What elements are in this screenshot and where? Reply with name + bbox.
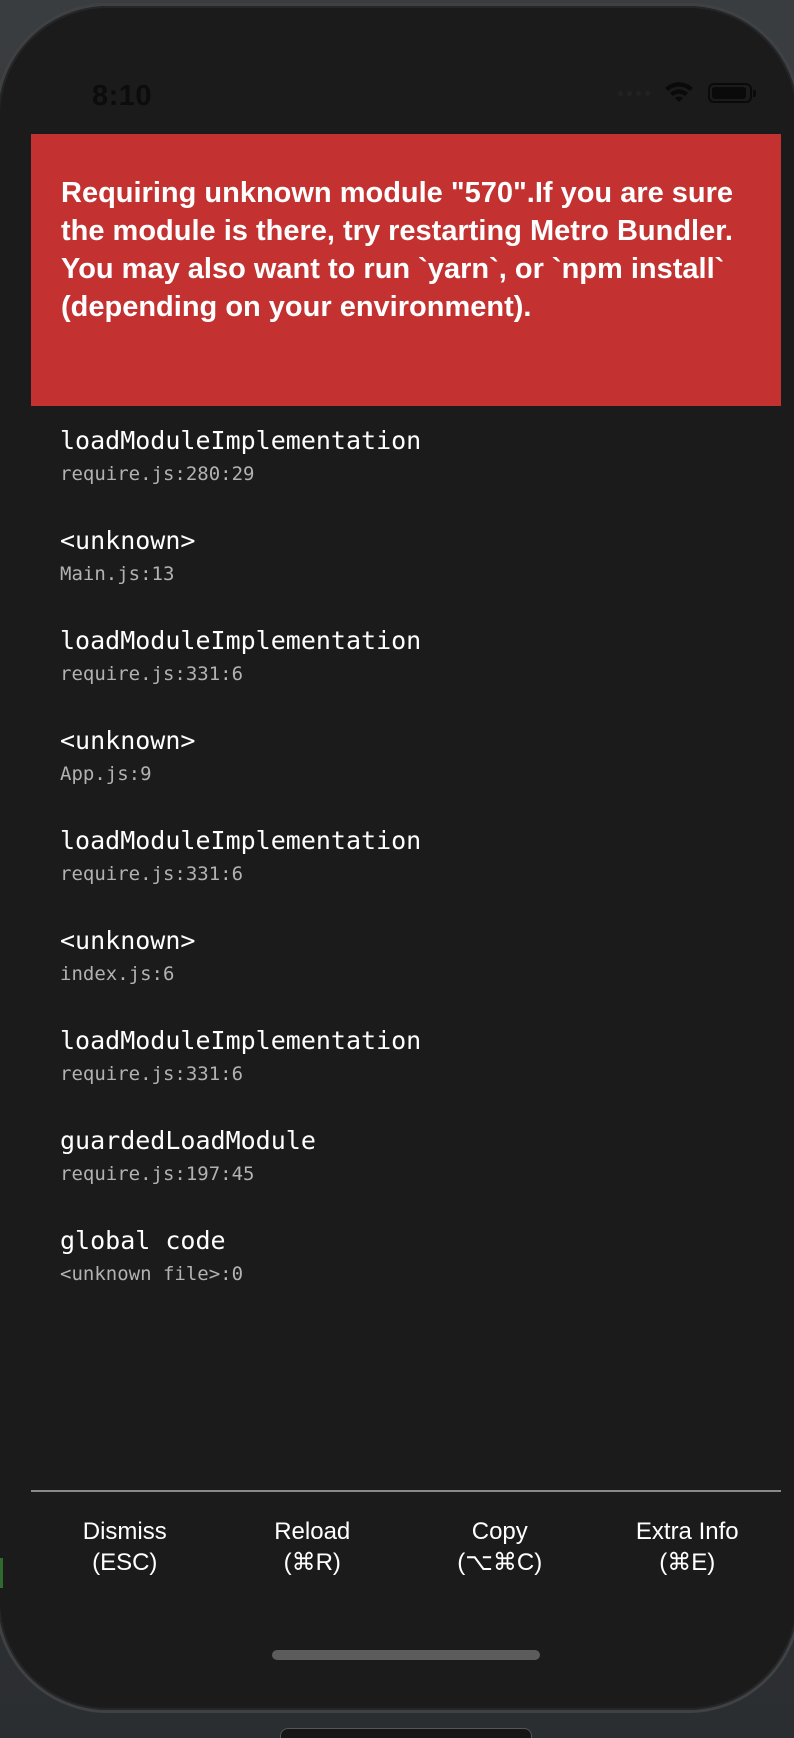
frame-method: <unknown> — [60, 526, 196, 555]
frame-file: require.js:280:29 — [60, 463, 255, 485]
dismiss-label: Dismiss — [82, 1518, 167, 1545]
error-banner: Requiring unknown module "570".If you ar… — [31, 134, 781, 406]
frame-method: global code — [60, 1226, 226, 1255]
extra-info-button[interactable]: Extra Info (⌘E) — [594, 1516, 782, 1578]
phone-screen: 8:10 Requiring unknown module "570".If y… — [0, 6, 794, 1710]
frame-file: require.js:331:6 — [60, 863, 244, 885]
extra-info-label: Extra Info — [635, 1518, 739, 1545]
reload-button[interactable]: Reload (⌘R) — [219, 1516, 407, 1578]
simulator-bottom-tab — [280, 1728, 532, 1738]
copy-button[interactable]: Copy (⌥⌘C) — [406, 1516, 594, 1578]
dismiss-button[interactable]: Dismiss (ESC) — [31, 1516, 219, 1578]
signal-dots-icon — [618, 90, 650, 96]
copy-label: Copy — [471, 1518, 528, 1545]
battery-icon — [708, 83, 756, 103]
stack-frame[interactable]: guardedLoadModule require.js:197:45 — [60, 1124, 760, 1224]
stack-frame[interactable]: <unknown> App.js:9 — [60, 724, 760, 824]
stack-frame[interactable]: <unknown> Main.js:13 — [60, 524, 760, 624]
stack-trace[interactable]: loadModuleImplementation require.js:280:… — [60, 424, 760, 1324]
reload-label: Reload — [274, 1518, 351, 1545]
frame-file: <unknown file>:0 — [60, 1263, 244, 1285]
status-time: 8:10 — [92, 80, 153, 112]
frame-file: index.js:6 — [60, 963, 175, 985]
frame-method: loadModuleImplementation — [60, 426, 422, 455]
frame-file: App.js:9 — [60, 763, 152, 785]
stack-frame[interactable]: loadModuleImplementation require.js:331:… — [60, 824, 760, 924]
home-indicator[interactable] — [272, 1650, 540, 1660]
frame-method: loadModuleImplementation — [60, 1026, 422, 1055]
stack-frame[interactable]: global code <unknown file>:0 — [60, 1224, 760, 1324]
copy-shortcut: (⌥⌘C) — [457, 1549, 543, 1576]
wifi-icon — [665, 82, 693, 102]
extra-info-shortcut: (⌘E) — [659, 1549, 716, 1576]
frame-method: loadModuleImplementation — [60, 626, 422, 655]
reload-shortcut: (⌘R) — [283, 1549, 341, 1576]
frame-file: Main.js:13 — [60, 563, 175, 585]
stack-frame[interactable]: loadModuleImplementation require.js:280:… — [60, 424, 760, 524]
status-bar: 8:10 — [0, 6, 794, 126]
stack-frame[interactable]: loadModuleImplementation require.js:331:… — [60, 1024, 760, 1124]
frame-file: require.js:197:45 — [60, 1163, 255, 1185]
window-edge-mark — [0, 1558, 3, 1588]
frame-method: <unknown> — [60, 726, 196, 755]
frame-method: <unknown> — [60, 926, 196, 955]
frame-method: loadModuleImplementation — [60, 826, 422, 855]
error-message: Requiring unknown module "570".If you ar… — [61, 177, 734, 323]
footer-toolbar: Dismiss (ESC) Reload (⌘R) Copy (⌥⌘C) Ext… — [31, 1516, 781, 1578]
footer-divider — [31, 1490, 781, 1492]
dismiss-shortcut: (ESC) — [92, 1549, 158, 1576]
frame-file: require.js:331:6 — [60, 663, 244, 685]
stack-frame[interactable]: <unknown> index.js:6 — [60, 924, 760, 1024]
status-icons — [618, 82, 756, 104]
stack-frame[interactable]: loadModuleImplementation require.js:331:… — [60, 624, 760, 724]
frame-method: guardedLoadModule — [60, 1126, 316, 1155]
frame-file: require.js:331:6 — [60, 1063, 244, 1085]
simulator-window: 8:10 Requiring unknown module "570".If y… — [0, 0, 794, 1738]
